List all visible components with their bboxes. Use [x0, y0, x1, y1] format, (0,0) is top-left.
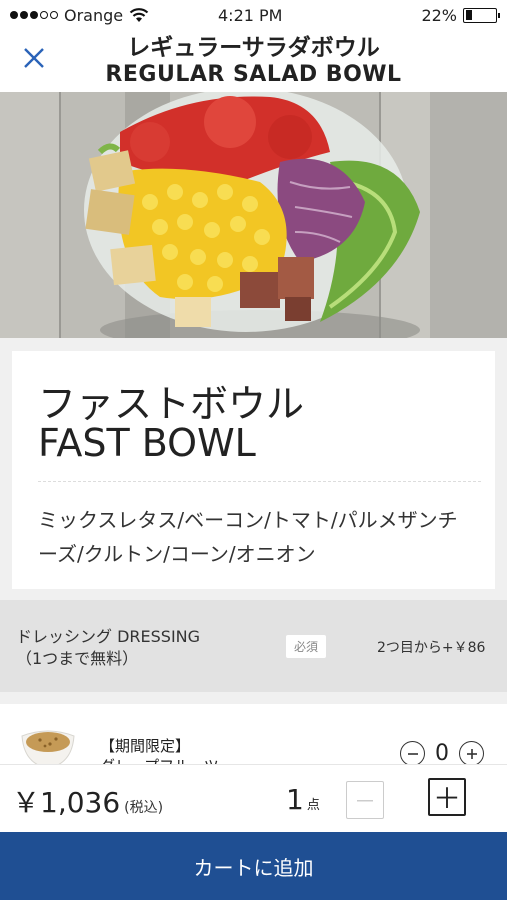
increase-quantity-button[interactable]: ＋	[428, 778, 466, 816]
price-value: ￥1,036	[12, 786, 121, 819]
close-icon	[24, 48, 44, 68]
status-time: 4:21 PM	[218, 5, 283, 25]
extra-dressing-price: 2つ目から+￥86	[377, 640, 486, 656]
card-divider	[38, 481, 481, 482]
signal-icon	[10, 11, 58, 19]
battery-icon	[463, 7, 500, 23]
status-right: 22%	[421, 5, 500, 25]
dressing-item: 【期間限定】 グレープフルーツ 0	[0, 704, 507, 764]
product-ingredients: ミックスレタス/ベーコン/トマト/パルメザンチーズ/クルトン/コーン/オニオン	[38, 508, 458, 566]
dressing-title-line2: （1つまで無料）	[16, 649, 139, 668]
order-price: ￥1,036 (税込)	[12, 781, 163, 821]
dressing-item-name-line2: グレープフルーツ	[100, 756, 219, 764]
status-bar: Orange 4:21 PM 22%	[0, 0, 507, 30]
dressing-thumbnail	[21, 730, 75, 764]
dressing-section-header: ドレッシング DRESSING （1つまで無料） 必須 2つ目から+￥86	[0, 600, 507, 692]
required-badge: 必須	[286, 635, 327, 658]
plus-circle-icon[interactable]	[459, 741, 484, 764]
page-title-ja: レギュラーサラダボウル	[127, 35, 380, 62]
add-to-cart-button[interactable]: カートに追加	[0, 832, 507, 900]
dressing-item-name: 【期間限定】 グレープフルーツ	[100, 736, 219, 764]
page-title: レギュラーサラダボウル REGULAR SALAD BOWL	[105, 35, 401, 87]
status-left: Orange	[10, 6, 149, 25]
close-button[interactable]	[20, 44, 50, 74]
dressing-title: ドレッシング DRESSING （1つまで無料）	[16, 626, 200, 670]
product-name-en: FAST BOWL	[38, 421, 256, 465]
product-card: ファストボウル FAST BOWL ミックスレタス/ベーコン/トマト/パルメザン…	[12, 351, 495, 589]
dressing-quantity-stepper: 0	[400, 741, 484, 764]
tax-note: (税込)	[124, 800, 164, 816]
page-title-en: REGULAR SALAD BOWL	[105, 61, 402, 87]
count-unit: 点	[306, 798, 320, 813]
plus-icon: ＋	[432, 782, 461, 815]
count-value: 1	[286, 783, 304, 816]
salad-bowl-photo	[0, 92, 507, 338]
carrier-name: Orange	[64, 5, 124, 25]
battery-percent: 22%	[421, 5, 457, 25]
dressing-quantity: 0	[435, 741, 449, 764]
wifi-icon	[129, 8, 149, 22]
dressing-title-line1: ドレッシング DRESSING	[16, 627, 201, 646]
dressing-item-name-line1: 【期間限定】	[100, 737, 191, 755]
product-name-ja: ファストボウル	[38, 382, 305, 426]
order-bar: ￥1,036 (税込) 1点 － ＋	[0, 764, 507, 832]
minus-icon: －	[353, 790, 376, 815]
order-count: 1点	[286, 783, 320, 816]
decrease-quantity-button[interactable]: －	[346, 781, 384, 819]
page-header: レギュラーサラダボウル REGULAR SALAD BOWL	[0, 30, 507, 92]
minus-circle-icon[interactable]	[400, 741, 425, 764]
